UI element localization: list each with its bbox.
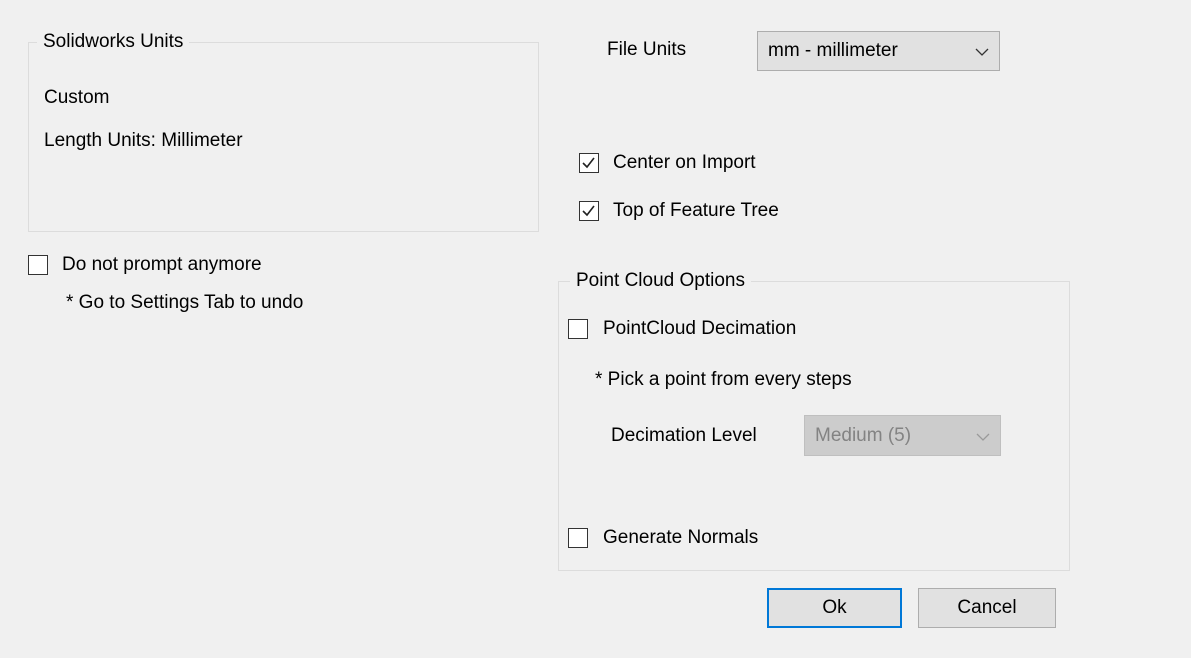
length-units-text: Length Units: Millimeter: [44, 130, 243, 151]
pointcloud-decimation-checkbox[interactable]: [568, 319, 588, 339]
file-units-value: mm - millimeter: [768, 40, 898, 61]
checkmark-icon: [582, 205, 595, 217]
chevron-down-icon: [975, 40, 989, 62]
generate-normals-label[interactable]: Generate Normals: [603, 526, 758, 550]
center-on-import-checkbox[interactable]: [579, 153, 599, 173]
center-on-import-label[interactable]: Center on Import: [613, 151, 756, 175]
point-cloud-options-title: Point Cloud Options: [570, 270, 751, 292]
do-not-prompt-checkbox[interactable]: [28, 255, 48, 275]
top-of-feature-tree-checkbox[interactable]: [579, 201, 599, 221]
decimation-hint-text: * Pick a point from every steps: [595, 369, 852, 390]
chevron-down-icon: [976, 425, 990, 447]
top-of-feature-tree-label[interactable]: Top of Feature Tree: [613, 199, 779, 223]
decimation-level-label: Decimation Level: [611, 425, 757, 446]
checkmark-icon: [582, 157, 595, 169]
units-system-text: Custom: [44, 87, 110, 108]
prompt-hint-text: * Go to Settings Tab to undo: [66, 292, 304, 313]
do-not-prompt-label[interactable]: Do not prompt anymore: [62, 253, 262, 277]
ok-button[interactable]: Ok: [767, 588, 902, 628]
file-units-label: File Units: [607, 39, 687, 60]
solidworks-units-title: Solidworks Units: [37, 31, 190, 53]
decimation-level-value: Medium (5): [815, 424, 912, 446]
pointcloud-decimation-label[interactable]: PointCloud Decimation: [603, 317, 796, 341]
decimation-level-dropdown[interactable]: Medium (5): [804, 415, 1001, 456]
file-units-dropdown[interactable]: mm - millimeter: [757, 31, 1000, 71]
generate-normals-checkbox[interactable]: [568, 528, 588, 548]
cancel-button[interactable]: Cancel: [918, 588, 1056, 628]
